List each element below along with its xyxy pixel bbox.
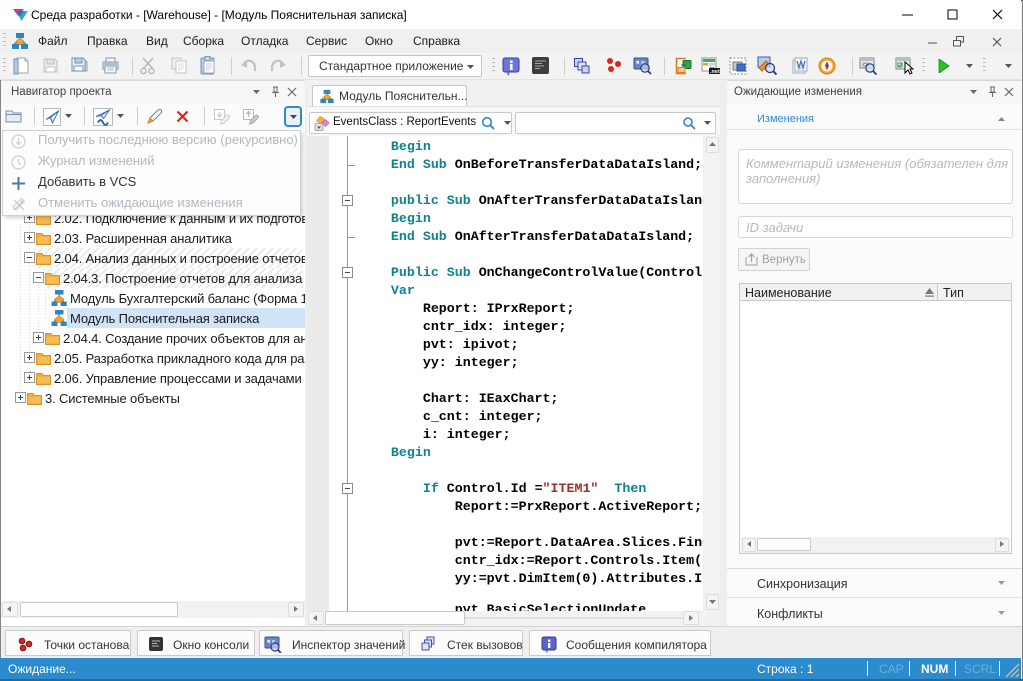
- svg-text:.net: .net: [710, 69, 720, 75]
